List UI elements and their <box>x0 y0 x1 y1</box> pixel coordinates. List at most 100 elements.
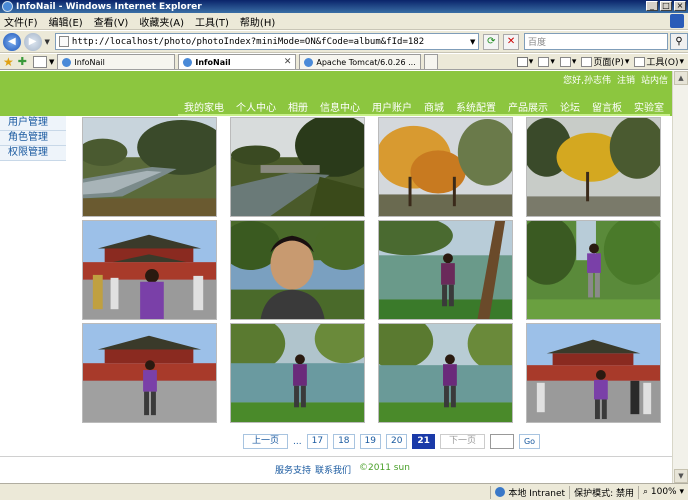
sidebar-item-permission-management[interactable]: 权限管理 <box>0 146 66 161</box>
ie-icon <box>2 1 13 12</box>
nav-album[interactable]: 相册 <box>282 99 314 116</box>
close-button[interactable]: × <box>674 1 686 11</box>
photo-thumbnail[interactable] <box>526 117 661 217</box>
tab-tomcat[interactable]: Apache Tomcat/6.0.26 ... <box>299 54 422 69</box>
page-21-button[interactable]: 21 <box>412 434 435 449</box>
address-bar[interactable]: http://localhost/photo/photoIndex?miniMo… <box>54 33 480 50</box>
nav-products[interactable]: 产品展示 <box>502 99 554 116</box>
nav-mall[interactable]: 商城 <box>418 99 450 116</box>
page-number-input[interactable] <box>489 434 514 449</box>
history-dropdown-icon[interactable]: ▼ <box>45 38 50 46</box>
add-favorite-icon[interactable]: ✚ <box>18 55 27 68</box>
address-url[interactable]: http://localhost/photo/photoIndex?miniMo… <box>72 37 424 47</box>
photo-thumbnail[interactable] <box>230 117 365 217</box>
menu-view[interactable]: 查看(V) <box>94 14 129 29</box>
quick-tabs-icon[interactable] <box>32 55 47 68</box>
contact-link[interactable]: 联系我们 <box>315 463 351 476</box>
vertical-scrollbar[interactable]: ▲ ▼ <box>672 71 688 483</box>
photo-thumbnail[interactable] <box>82 220 217 320</box>
tab-row: ★ ✚ ▼ InfoNail InfoNail ✕ Apache Tomcat/… <box>0 54 688 70</box>
tab-label: InfoNail <box>74 57 105 67</box>
maximize-button[interactable]: □ <box>660 1 672 11</box>
sidebar: 用户管理 角色管理 权限管理 <box>0 116 66 161</box>
home-button[interactable]: ▾ <box>516 56 533 67</box>
menu-favorites[interactable]: 收藏夹(A) <box>139 14 184 29</box>
back-button[interactable]: ◀ <box>3 32 21 51</box>
web-page: 您好,孙志伟 注销 站内信 我的家电 个人中心 相册 信息中心 用户账户 商城 … <box>0 71 672 483</box>
tab-infonail-1[interactable]: InfoNail <box>57 54 176 69</box>
nav-my-appliances[interactable]: 我的家电 <box>178 99 230 116</box>
next-page-button[interactable]: 下一页 <box>439 434 485 449</box>
nav-info-center[interactable]: 信息中心 <box>314 99 366 116</box>
nav-system-config[interactable]: 系统配置 <box>450 99 502 116</box>
feeds-button[interactable]: ▾ <box>538 56 555 67</box>
page-18-button[interactable]: 18 <box>333 434 355 449</box>
menu-help[interactable]: 帮助(H) <box>240 14 275 29</box>
photo-thumbnail[interactable] <box>378 117 513 217</box>
copyright: ©2011 sun <box>359 463 410 473</box>
address-dropdown-icon[interactable]: ▼ <box>467 38 478 46</box>
page-17-button[interactable]: 17 <box>306 434 329 449</box>
tab-close-icon[interactable]: ✕ <box>284 57 292 67</box>
forward-button[interactable]: ▶ <box>23 32 42 51</box>
tab-label: InfoNail <box>195 57 231 67</box>
favorites-star-icon[interactable]: ★ <box>3 55 14 69</box>
site-header: 您好,孙志伟 注销 站内信 我的家电 个人中心 相册 信息中心 用户账户 商城 … <box>0 71 672 116</box>
sidebar-item-user-management[interactable]: 用户管理 <box>0 116 66 131</box>
menu-file[interactable]: 文件(F) <box>4 14 38 29</box>
nav-user-account[interactable]: 用户账户 <box>366 99 418 116</box>
tab-list-dropdown-icon[interactable]: ▼ <box>49 58 54 66</box>
menu-edit[interactable]: 编辑(E) <box>49 14 83 29</box>
inbox-link[interactable]: 站内信 <box>641 73 668 86</box>
tools-menu[interactable]: 工具(O) ▾ <box>634 55 684 68</box>
rss-icon <box>538 56 550 67</box>
protected-mode: 保护模式: 禁用 <box>569 485 638 499</box>
zoom-value: 100% <box>650 487 677 497</box>
photo-thumbnail[interactable] <box>378 323 513 423</box>
nav-personal-center[interactable]: 个人中心 <box>230 99 282 116</box>
prev-page-button[interactable]: 上一页 <box>243 434 289 449</box>
tools-menu-label: 工具(O) <box>646 58 679 68</box>
tab-page-icon <box>183 57 193 67</box>
photo-thumbnail[interactable] <box>82 323 217 423</box>
nav-guestbook[interactable]: 留言板 <box>586 99 628 116</box>
tab-infonail-2[interactable]: InfoNail ✕ <box>178 54 297 69</box>
page-menu-label: 页面(P) <box>593 58 624 68</box>
nav-lab[interactable]: 实验室 <box>628 99 670 116</box>
photo-thumbnail[interactable] <box>526 323 661 423</box>
menu-tools[interactable]: 工具(T) <box>195 14 229 29</box>
support-link[interactable]: 服务支持 <box>275 463 311 476</box>
photo-thumbnail[interactable] <box>230 323 365 423</box>
window-title: InfoNail - Windows Internet Explorer <box>16 1 202 12</box>
print-button[interactable]: ▾ <box>559 56 576 67</box>
photo-thumbnail[interactable] <box>378 220 513 320</box>
page-20-button[interactable]: 20 <box>385 434 408 449</box>
tab-label: Apache Tomcat/6.0.26 ... <box>316 57 416 67</box>
minimize-button[interactable]: _ <box>646 1 658 11</box>
photo-thumbnail[interactable] <box>230 220 365 320</box>
go-button[interactable]: Go <box>518 434 541 449</box>
search-input[interactable]: 百度 <box>524 33 669 50</box>
gear-icon <box>634 56 646 67</box>
globe-icon <box>495 487 506 497</box>
scroll-up-icon[interactable]: ▲ <box>674 71 688 85</box>
refresh-button[interactable]: ⟳ <box>483 33 500 50</box>
search-button[interactable]: ⚲ <box>670 33 688 50</box>
new-tab-button[interactable] <box>424 54 439 69</box>
zone-label: 本地 Intranet <box>508 488 566 499</box>
zoom-level[interactable]: ⌕ 100% ▾ <box>637 485 688 499</box>
photo-thumbnail[interactable] <box>82 117 217 217</box>
scroll-down-icon[interactable]: ▼ <box>674 469 688 483</box>
photo-thumbnail[interactable] <box>526 220 661 320</box>
window-titlebar: InfoNail - Windows Internet Explorer _ □… <box>0 0 688 13</box>
sidebar-item-role-management[interactable]: 角色管理 <box>0 131 66 146</box>
pagination-ellipsis: ... <box>293 436 302 447</box>
page-menu[interactable]: 页面(P) ▾ <box>581 55 629 68</box>
status-bar: 本地 Intranet 保护模式: 禁用 ⌕ 100% ▾ <box>0 483 688 500</box>
logout-link[interactable]: 注销 <box>617 73 635 86</box>
zoom-dropdown-icon: ▾ <box>676 487 684 497</box>
stop-button[interactable]: ✕ <box>503 33 520 50</box>
security-zone[interactable]: 本地 Intranet <box>490 485 569 499</box>
nav-forum[interactable]: 论坛 <box>554 99 586 116</box>
page-19-button[interactable]: 19 <box>359 434 381 449</box>
